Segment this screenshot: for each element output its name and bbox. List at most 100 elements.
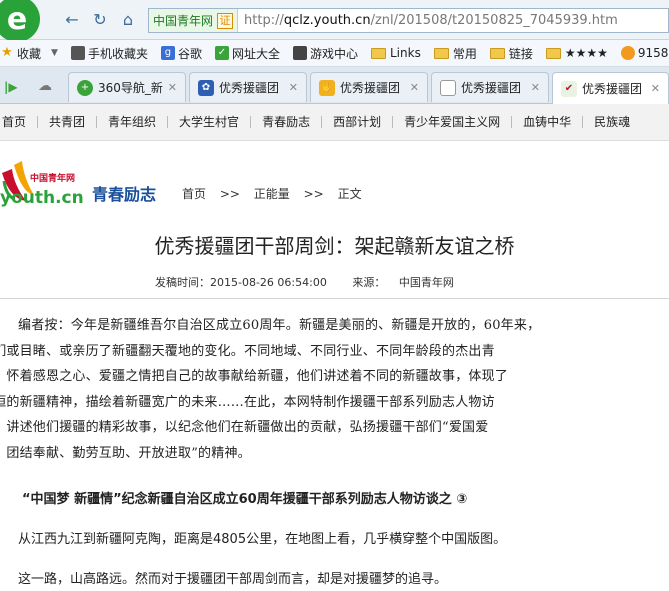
home-icon[interactable]: ⌂ (118, 10, 138, 30)
favorites-item-label: 收藏 (17, 46, 42, 61)
favorites-item-9158[interactable]: 9158 (620, 46, 669, 60)
url-path: /znl/201508/t20150825_7045939.htm (370, 13, 618, 28)
favorites-item-google[interactable]: g 谷歌 (160, 45, 202, 62)
site-top-nav: 首页 共青团 青年组织 大学生村官 青春励志 西部计划 青少年爱国主义网 血铸中… (0, 104, 669, 141)
favorites-item-stars[interactable]: ★★★★ (545, 46, 608, 60)
breadcrumb-home[interactable]: 首页 (182, 187, 206, 201)
url-scheme: http:// (244, 13, 284, 28)
body-paragraph: 从江西九江到新疆阿克陶，距离是4805公里，在地图上看，几乎横穿整个中国版图。 (18, 532, 507, 547)
folder-icon (489, 47, 505, 59)
address-bar[interactable]: 中国青年网 证 http://qclz.youth.cn/znl/201508/… (148, 8, 669, 33)
tab-close-icon[interactable]: ✕ (406, 81, 419, 94)
editor-note-line: 编者按：今年是新疆维吾尔自治区成立60周年。新疆是美丽的、新疆是开放的，60年来… (18, 318, 541, 333)
favorites-item-mobile[interactable]: 手机收藏夹 (70, 45, 148, 62)
certificate-icon[interactable]: 证 (217, 12, 234, 29)
tab-close-icon[interactable]: ✕ (527, 81, 540, 94)
tab-strip: |▶ ☁ + 360导航_新 ✕ ✿ 优秀援疆团 ✕ ✋ 优秀援疆团 ✕ 优秀援… (0, 67, 669, 104)
google-icon: g (160, 46, 175, 60)
address-bar-row: e ← ↻ ⌂ 中国青年网 证 http://qclz.youth.cn/znl… (0, 0, 669, 42)
paw-icon: ✿ (198, 79, 214, 96)
body-paragraph: 这一路，山高路远。然而对于援疆团干部周剑而言，却是对援疆梦的追寻。 (18, 572, 448, 587)
url-text[interactable]: http://qclz.youth.cn/znl/201508/t2015082… (238, 13, 618, 28)
plus-icon: + (77, 79, 93, 96)
channel-title[interactable]: 青春励志 (92, 181, 156, 205)
breadcrumb-positive-energy[interactable]: 正能量 (254, 187, 290, 201)
sidebar-toggle-icon[interactable]: |▶ (4, 80, 18, 94)
site-identity-badge[interactable]: 中国青年网 证 (149, 9, 239, 32)
nav-item-league[interactable]: 共青团 (37, 116, 96, 128)
tab-label: 优秀援疆团 (461, 81, 522, 95)
tab-label: 优秀援疆团 (219, 81, 280, 95)
tab-article-active[interactable]: ✔ 优秀援疆团 ✕ (552, 72, 669, 104)
favorites-item-label: 手机收藏夹 (87, 46, 148, 61)
favorites-item-label: Links (390, 46, 421, 60)
divider (0, 298, 669, 299)
star-icon: ★ (1, 45, 13, 60)
favorites-item-label: 游戏中心 (309, 46, 358, 61)
editor-note-line: 谈，讲述他们援疆的精彩故事，以纪念他们在新疆做出的贡献，弘扬援疆干部们“爱国爱 (0, 420, 489, 435)
favorites-item-label: 9158 (637, 46, 669, 60)
nav-item-inspiration[interactable]: 青春励志 (250, 116, 321, 128)
favorites-item-shoucang[interactable]: ★ 收藏 ▼ (0, 45, 58, 62)
tab-label: 优秀援疆团 (582, 82, 643, 96)
breadcrumb-current: 正文 (337, 187, 362, 201)
logo-domain-text: youth.cn (0, 188, 84, 208)
shield-icon: ✓ (214, 46, 229, 60)
folder-icon (433, 47, 449, 59)
nav-item-village-official[interactable]: 大学生村官 (167, 116, 250, 128)
favorites-item-links[interactable]: Links (371, 46, 421, 60)
nav-item-western-plan[interactable]: 西部计划 (321, 116, 392, 128)
url-host: qclz.youth.cn (283, 13, 371, 28)
favorites-item-label: 网址大全 (231, 46, 280, 61)
browser-logo-icon[interactable]: e (0, 0, 40, 42)
youth-icon: ✔ (561, 80, 577, 97)
tab-close-icon[interactable]: ✕ (285, 81, 298, 94)
page-icon (440, 79, 456, 96)
tab-close-icon[interactable]: ✕ (647, 82, 660, 95)
back-arrow-icon[interactable]: ← (62, 10, 82, 30)
nav-item-blood-china[interactable]: 血铸中华 (511, 116, 582, 128)
tab-article-1[interactable]: ✿ 优秀援疆团 ✕ (189, 72, 307, 102)
article-title: 优秀援疆团干部周剑：架起赣新友谊之桥 (154, 234, 515, 258)
editor-note: 编者按：今年是新疆维吾尔自治区成立60周年。新疆是美丽的、新疆是开放的，60年来… (0, 313, 645, 466)
tab-label: 优秀援疆团 (340, 81, 401, 95)
favorites-item-label: 链接 (508, 46, 533, 61)
breadcrumb-separator: >> (303, 187, 324, 201)
tab-article-2[interactable]: ✋ 优秀援疆团 ✕ (310, 72, 428, 102)
hand-icon: ✋ (319, 79, 335, 96)
tab-close-icon[interactable]: ✕ (164, 81, 177, 94)
cloud-icon[interactable]: ☁ (38, 78, 52, 94)
editor-note-line: 我们或目睹、或亲历了新疆翻天覆地的变化。不同地域、不同行业、不同年龄段的杰出青 (0, 343, 495, 359)
dropdown-icon[interactable]: ▼ (51, 48, 58, 58)
source-label: 来源： (352, 276, 386, 289)
site-logo[interactable]: 中国青年网 youth.cn (0, 155, 86, 215)
favorites-item-label: 谷歌 (177, 46, 202, 61)
series-subtitle: “中国梦 新疆情”纪念新疆自治区成立60周年援疆干部系列励志人物访谈之 ③ (22, 492, 468, 507)
publish-date: 发稿时间：2015-08-26 06:54:00 (155, 276, 327, 289)
nav-item-patriotism[interactable]: 青少年爱国主义网 (392, 116, 511, 128)
refresh-icon[interactable]: ↻ (90, 10, 110, 30)
breadcrumb-separator: >> (219, 187, 240, 201)
site-identity-name: 中国青年网 (153, 14, 214, 28)
favorites-item-games[interactable]: 游戏中心 (292, 45, 358, 62)
favorites-item-label: ★★★★ (564, 46, 608, 60)
face-icon (620, 46, 635, 60)
favorites-item-lianjie[interactable]: 链接 (489, 45, 533, 62)
gamepad-icon (292, 46, 307, 60)
favorites-item-wangzhi[interactable]: ✓ 网址大全 (214, 45, 280, 62)
editor-note-line: 疆、团结奉献、勤劳互助、开放进取”的精神。 (0, 445, 251, 461)
editor-note-line: 年，怀着感恩之心、爱疆之情把自己的故事献给新疆，他们讲述着不同的新疆故事，体现了 (0, 369, 509, 384)
tab-360-nav[interactable]: + 360导航_新 ✕ (68, 72, 186, 102)
source-name[interactable]: 中国青年网 (399, 276, 454, 289)
favorites-item-common[interactable]: 常用 (433, 45, 477, 62)
nav-item-home[interactable]: 首页 (0, 116, 37, 128)
nav-item-youth-org[interactable]: 青年组织 (96, 116, 167, 128)
favorites-bar: ★ 收藏 ▼ 手机收藏夹 g 谷歌 ✓ 网址大全 游戏中心 Links 常用 链… (0, 40, 669, 67)
folder-icon (545, 47, 561, 59)
folder-icon (371, 47, 386, 59)
tab-article-3[interactable]: 优秀援疆团 ✕ (431, 72, 549, 102)
article-meta: 发稿时间：2015-08-26 06:54:00 来源： 中国青年网 (155, 274, 454, 290)
nav-item-national-soul[interactable]: 民族魂 (582, 116, 641, 128)
logo-chinese-text: 中国青年网 (30, 174, 76, 184)
favorites-item-label: 常用 (452, 46, 477, 61)
